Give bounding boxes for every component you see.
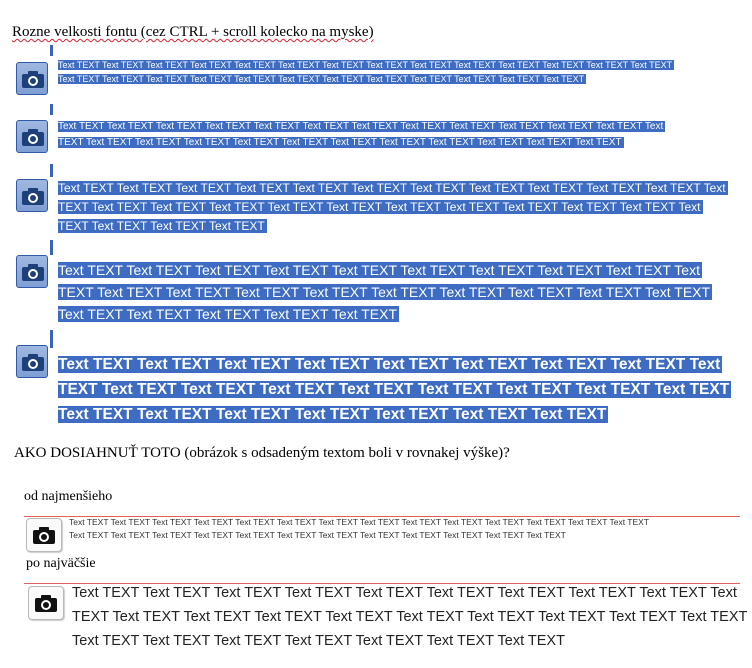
text-line: TEXT Text TEXT Text TEXT Text TEXT Text … xyxy=(58,284,713,300)
text-caret xyxy=(50,104,53,115)
page-heading: Rozne velkosti fontu (cez CTRL + scroll … xyxy=(12,24,374,40)
selected-text-block[interactable]: Text TEXT Text TEXT Text TEXT Text TEXT … xyxy=(58,179,728,236)
selected-text-block[interactable]: Text TEXT Text TEXT Text TEXT Text TEXT … xyxy=(58,352,732,427)
camera-icon[interactable] xyxy=(16,62,48,95)
text-line: Text TEXT Text TEXT Text TEXT Text TEXT … xyxy=(58,121,666,132)
selected-text-block[interactable]: Text TEXT Text TEXT Text TEXT Text TEXT … xyxy=(58,58,675,86)
text-line: TEXT Text TEXT Text TEXT Text TEXT Text … xyxy=(72,609,748,625)
camera-icon[interactable] xyxy=(16,345,48,378)
camera-icon[interactable] xyxy=(16,120,48,153)
camera-icon[interactable] xyxy=(16,255,48,288)
selected-text-block[interactable]: Text TEXT Text TEXT Text TEXT Text TEXT … xyxy=(58,119,666,151)
text-line: Text TEXT Text TEXT Text TEXT Text TEXT … xyxy=(58,262,702,278)
label-largest: po najväčšie xyxy=(26,556,96,571)
text-caret xyxy=(50,330,53,348)
question-heading: AKO DOSIAHNUŤ TOTO (obrázok s odsadeným … xyxy=(14,445,510,461)
text-line: Text TEXT Text TEXT Text TEXT Text TEXT … xyxy=(58,406,609,423)
desired-large-text: Text TEXT Text TEXT Text TEXT Text TEXT … xyxy=(72,581,747,653)
text-caret xyxy=(50,45,53,56)
text-caret xyxy=(50,240,53,255)
camera-icon[interactable] xyxy=(16,179,48,212)
text-line: Text TEXT Text TEXT Text TEXT Text TEXT … xyxy=(58,60,675,70)
text-line: Text TEXT Text TEXT Text TEXT Text TEXT … xyxy=(58,181,728,195)
text-line: TEXT Text TEXT Text TEXT Text TEXT Text … xyxy=(58,381,732,398)
selected-text-block[interactable]: Text TEXT Text TEXT Text TEXT Text TEXT … xyxy=(58,259,713,325)
text-line: TEXT Text TEXT Text TEXT Text TEXT xyxy=(58,219,267,233)
text-line: Text TEXT Text TEXT Text TEXT Text TEXT … xyxy=(72,585,737,601)
text-line: Text TEXT Text TEXT Text TEXT Text TEXT … xyxy=(69,517,649,527)
text-line: Text TEXT Text TEXT Text TEXT Text TEXT … xyxy=(72,633,565,649)
text-line: TEXT Text TEXT Text TEXT Text TEXT Text … xyxy=(58,200,703,214)
text-caret xyxy=(50,164,53,177)
desired-small-text: Text TEXT Text TEXT Text TEXT Text TEXT … xyxy=(69,516,649,542)
text-line: TEXT Text TEXT Text TEXT Text TEXT Text … xyxy=(58,137,624,148)
text-line: Text TEXT Text TEXT Text TEXT Text TEXT … xyxy=(58,306,399,322)
text-line: Text TEXT Text TEXT Text TEXT Text TEXT … xyxy=(58,74,587,84)
camera-icon[interactable] xyxy=(28,586,64,620)
text-line: Text TEXT Text TEXT Text TEXT Text TEXT … xyxy=(58,356,723,373)
text-line: Text TEXT Text TEXT Text TEXT Text TEXT … xyxy=(69,530,566,540)
camera-icon[interactable] xyxy=(26,518,62,552)
label-smallest: od najmenšieho xyxy=(24,489,113,504)
